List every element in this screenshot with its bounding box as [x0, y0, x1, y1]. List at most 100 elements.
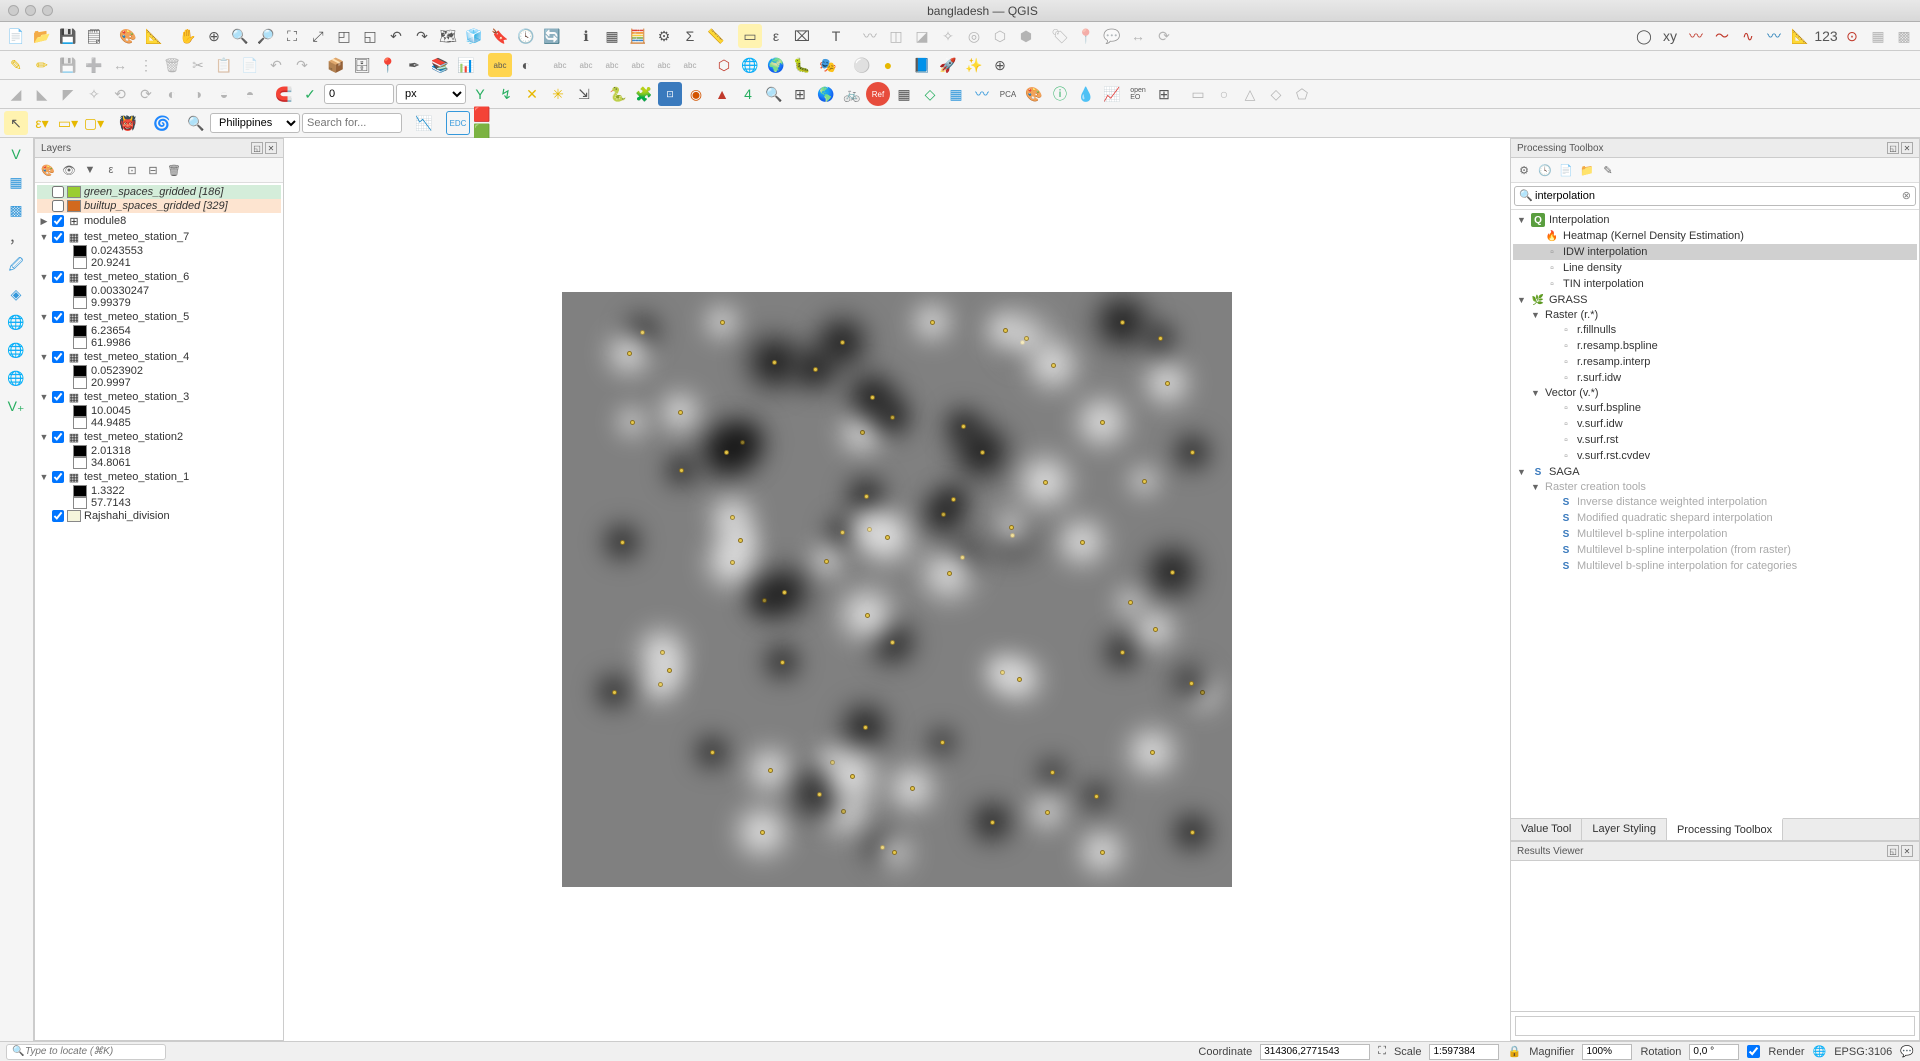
layer-item[interactable]: ▼▦test_meteo_station2: [37, 429, 281, 445]
new-print-layout-icon[interactable]: 🗒: [82, 24, 106, 48]
close-panel3-icon[interactable]: ✕: [1901, 845, 1913, 857]
georef-icon[interactable]: 📍: [376, 53, 400, 77]
rotate-label-icon[interactable]: ⟳: [1152, 24, 1176, 48]
gps-icon[interactable]: ◉: [684, 82, 708, 106]
processing-item[interactable]: SModified quadratic shepard interpolatio…: [1513, 510, 1917, 526]
layer-item[interactable]: ▶⊞module8: [37, 213, 281, 229]
messages-icon[interactable]: 💬: [1900, 1045, 1914, 1058]
layer-item[interactable]: ▼▦test_meteo_station_3: [37, 389, 281, 405]
refresh-icon[interactable]: 🔄: [540, 24, 564, 48]
move-label-icon[interactable]: ↔: [1126, 24, 1150, 48]
snap-opts-icon[interactable]: ✓: [298, 82, 322, 106]
layer-visibility-checkbox[interactable]: [52, 231, 64, 243]
zoom-last-icon[interactable]: ↶: [384, 24, 408, 48]
layer-item[interactable]: ▼▦test_meteo_station_7: [37, 229, 281, 245]
open-attr-table-icon[interactable]: ▦: [600, 24, 624, 48]
paste-icon[interactable]: 📄: [238, 53, 262, 77]
processing-item[interactable]: ▫v.surf.rst.cvdev: [1513, 448, 1917, 464]
expand-icon[interactable]: ▼: [1531, 388, 1541, 398]
processing-item[interactable]: ▫r.resamp.bspline: [1513, 338, 1917, 354]
minimize-icon[interactable]: [25, 5, 36, 16]
p2-icon[interactable]: ◣: [30, 82, 54, 106]
orfeo-icon[interactable]: ⊞: [788, 82, 812, 106]
layout-manager-icon[interactable]: 📐: [142, 24, 166, 48]
bookmarks-icon[interactable]: 🔖: [488, 24, 512, 48]
extent-icon[interactable]: ⛶: [1378, 1045, 1386, 1058]
window-controls[interactable]: [8, 5, 53, 16]
results-icon[interactable]: 📁: [1578, 161, 1596, 179]
processing-item[interactable]: ▼Vector (v.*): [1513, 386, 1917, 400]
measure-line-icon[interactable]: 📐: [1788, 24, 1812, 48]
undock-icon[interactable]: ◱: [251, 142, 263, 154]
zoom-full-icon[interactable]: ⤢: [306, 24, 330, 48]
processing-item[interactable]: ▼QInterpolation: [1513, 212, 1917, 228]
move-feature-icon[interactable]: ↔: [108, 53, 132, 77]
p1-icon[interactable]: ◢: [4, 82, 28, 106]
avoid-icon[interactable]: ✕: [520, 82, 544, 106]
layer-remove-icon[interactable]: 🗑: [165, 161, 183, 179]
zoom-layer-icon[interactable]: ◱: [358, 24, 382, 48]
crs-label[interactable]: EPSG:3106: [1834, 1046, 1892, 1058]
redo-icon[interactable]: ↷: [290, 53, 314, 77]
measure-icon[interactable]: 📏: [704, 24, 728, 48]
search-input[interactable]: [302, 113, 402, 133]
expand-icon[interactable]: ▼: [39, 392, 49, 402]
curve1-icon[interactable]: 〰: [1684, 24, 1708, 48]
dot-yellow-icon[interactable]: ●: [876, 53, 900, 77]
vertex-tool-icon[interactable]: ⋮: [134, 53, 158, 77]
chart-icon[interactable]: 📈: [1100, 82, 1124, 106]
processing-item[interactable]: ▼Raster (r.*): [1513, 308, 1917, 322]
save-icon[interactable]: 💾: [56, 24, 80, 48]
book-icon[interactable]: 📘: [910, 53, 934, 77]
script-icon[interactable]: 📄: [1557, 161, 1575, 179]
panel-tab[interactable]: Layer Styling: [1582, 819, 1667, 840]
toggle-edit-icon[interactable]: ✏: [30, 53, 54, 77]
p4-icon[interactable]: ✧: [82, 82, 106, 106]
mask2-icon[interactable]: 👹: [116, 111, 140, 135]
layer-visibility-checkbox[interactable]: [52, 431, 64, 443]
history-icon[interactable]: 🕓: [1536, 161, 1554, 179]
curve3-icon[interactable]: ∿: [1736, 24, 1760, 48]
edc-icon[interactable]: EDC: [446, 111, 470, 135]
dim-tool3-icon[interactable]: ◪: [910, 24, 934, 48]
maximize-icon[interactable]: [42, 5, 53, 16]
topo-icon[interactable]: Y: [468, 82, 492, 106]
mask-icon[interactable]: 🎭: [816, 53, 840, 77]
copy-icon[interactable]: 📋: [212, 53, 236, 77]
layer-visibility-checkbox[interactable]: [52, 215, 64, 227]
layer-visibility-checkbox[interactable]: [52, 351, 64, 363]
field-calc-icon[interactable]: 🧮: [626, 24, 650, 48]
shape4-icon[interactable]: ◇: [1264, 82, 1288, 106]
p5-icon[interactable]: ⟲: [108, 82, 132, 106]
numbers-icon[interactable]: 123: [1814, 24, 1838, 48]
abc-pin-icon[interactable]: abc: [574, 53, 598, 77]
processing-item[interactable]: ▼Raster creation tools: [1513, 480, 1917, 494]
layer-item[interactable]: builtup_spaces_gridded [329]: [37, 199, 281, 213]
expand-icon[interactable]: ▼: [1531, 310, 1541, 320]
processing-item[interactable]: ▫v.surf.bspline: [1513, 400, 1917, 416]
info-icon[interactable]: ⓘ: [1048, 82, 1072, 106]
layer-expand-icon[interactable]: ⊡: [123, 161, 141, 179]
xy-tool-icon[interactable]: xy: [1658, 24, 1682, 48]
abc-show-icon[interactable]: abc: [600, 53, 624, 77]
pencil-icon[interactable]: ✎: [4, 53, 28, 77]
bug-icon[interactable]: 🐛: [790, 53, 814, 77]
open-project-icon[interactable]: 📂: [30, 24, 54, 48]
color-wheel-icon[interactable]: 🎨: [1022, 82, 1046, 106]
wand-icon[interactable]: ✨: [962, 53, 986, 77]
layer-visibility-checkbox[interactable]: [52, 186, 64, 198]
pin-label-icon[interactable]: 📍: [1074, 24, 1098, 48]
processing-item[interactable]: 🔥Heatmap (Kernel Density Estimation): [1513, 228, 1917, 244]
metasearch-icon[interactable]: 🔍: [762, 82, 786, 106]
add-raster-icon[interactable]: ▦: [2, 170, 30, 194]
expand-icon[interactable]: ▼: [1517, 295, 1527, 305]
undo-icon[interactable]: ↶: [264, 53, 288, 77]
rocket-icon[interactable]: 🚀: [936, 53, 960, 77]
processing-item[interactable]: ▫r.fillnulls: [1513, 322, 1917, 338]
abc-hl-icon[interactable]: abc: [548, 53, 572, 77]
select-by-value-icon[interactable]: ε: [764, 24, 788, 48]
expand-icon[interactable]: ▼: [1517, 215, 1527, 225]
layer-expr-icon[interactable]: ε: [102, 161, 120, 179]
zoom-native-icon[interactable]: ⛶: [280, 24, 304, 48]
expand-icon[interactable]: ▼: [39, 352, 49, 362]
